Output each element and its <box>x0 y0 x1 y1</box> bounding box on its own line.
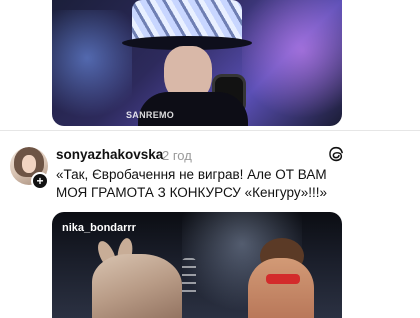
post-text: «Так, Євробачення не виграв! Але ОТ ВАМ … <box>56 167 327 200</box>
post-media-image-bottom[interactable]: nika_bondarrr <box>52 212 342 318</box>
performer-body <box>248 258 314 318</box>
post-time: 2 год <box>162 148 192 163</box>
media-glow <box>52 10 132 126</box>
threads-icon[interactable] <box>327 145 345 163</box>
media-watermark: SANREMO <box>126 110 175 120</box>
performer-body <box>138 92 248 126</box>
kangaroo-costume <box>92 254 182 318</box>
follow-plus-icon[interactable]: + <box>31 172 49 190</box>
performer-scarf <box>266 274 300 284</box>
post-media-image-top[interactable]: SANREMO <box>52 0 342 126</box>
media-glow <box>242 0 342 126</box>
post-divider <box>0 130 420 131</box>
post-username[interactable]: sonyazhakovska <box>56 147 163 162</box>
stage-lights <box>182 258 196 298</box>
embedded-media-handle[interactable]: nika_bondarrr <box>62 222 136 234</box>
avatar-face <box>22 155 36 173</box>
